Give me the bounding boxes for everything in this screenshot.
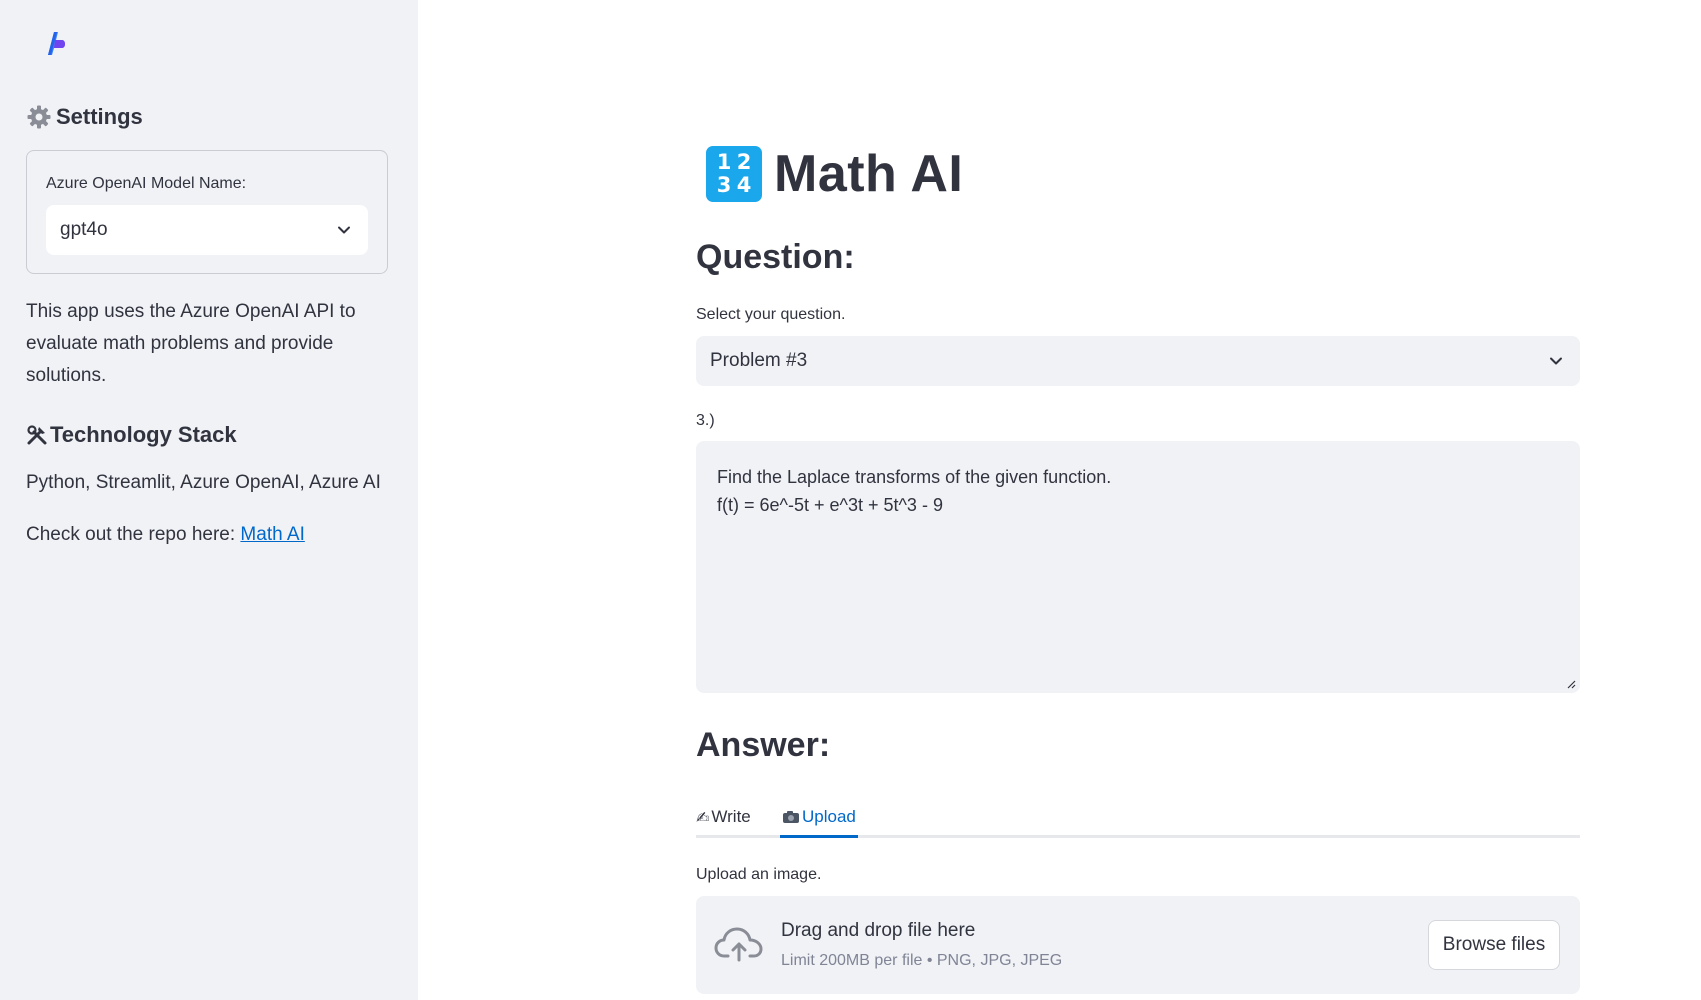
repo-prefix: Check out the repo here: bbox=[26, 524, 236, 545]
repo-text: Check out the repo here: Math AI bbox=[26, 524, 305, 546]
question-number-label: 3.) bbox=[696, 412, 715, 429]
model-select[interactable]: gpt4o bbox=[46, 205, 368, 255]
page-title: Math AI bbox=[774, 145, 964, 203]
question-select-value: Problem #3 bbox=[710, 350, 808, 371]
question-text-line: Find the Laplace transforms of the given… bbox=[717, 467, 1112, 487]
upload-label: Upload an image. bbox=[696, 866, 822, 883]
app-logo-icon bbox=[48, 32, 65, 55]
browse-files-button[interactable]: Browse files bbox=[1428, 920, 1560, 970]
model-select-value: gpt4o bbox=[60, 219, 108, 240]
gear-icon bbox=[27, 105, 51, 129]
tab-write[interactable]: ✍ Write bbox=[696, 796, 751, 838]
tab-upload[interactable]: Upload bbox=[780, 796, 858, 838]
tech-stack-heading: Technology Stack bbox=[26, 420, 237, 450]
dropzone-subtitle: Limit 200MB per file • PNG, JPG, JPEG bbox=[781, 952, 1063, 969]
active-tab-indicator bbox=[780, 835, 858, 838]
answer-tabs: ✍ Write Upload bbox=[696, 796, 1580, 838]
dropzone-title: Drag and drop file here bbox=[781, 920, 976, 941]
numbers-icon: 1 2 3 4 bbox=[706, 146, 762, 202]
about-text: This app uses the Azure OpenAI API to ev… bbox=[26, 301, 356, 386]
app-root: Settings Azure OpenAI Model Name: gpt4o … bbox=[0, 0, 1701, 1000]
question-select[interactable]: Problem #3 bbox=[696, 336, 1580, 386]
settings-box: Azure OpenAI Model Name: gpt4o bbox=[26, 150, 388, 274]
tech-stack-list: Python, Streamlit, Azure OpenAI, Azure A… bbox=[26, 472, 381, 493]
repo-link[interactable]: Math AI bbox=[240, 524, 304, 545]
question-select-label: Select your question. bbox=[696, 306, 846, 323]
question-textarea[interactable]: Find the Laplace transforms of the given… bbox=[696, 441, 1580, 693]
writing-hand-icon: ✍ bbox=[696, 807, 710, 827]
settings-title: Settings bbox=[56, 104, 143, 129]
numbers-icon-digit: 3 bbox=[716, 173, 732, 197]
chevron-down-icon bbox=[1550, 357, 1562, 365]
numbers-icon-digit: 1 bbox=[716, 150, 732, 174]
answer-heading: Answer: bbox=[696, 726, 831, 764]
numbers-icon-digit: 2 bbox=[736, 150, 752, 174]
resize-handle-icon[interactable] bbox=[1566, 679, 1576, 689]
tech-stack-title: Technology Stack bbox=[50, 422, 237, 447]
settings-heading: Settings bbox=[26, 102, 143, 132]
tab-write-label: Write bbox=[711, 807, 751, 826]
file-dropzone[interactable]: Drag and drop file here Limit 200MB per … bbox=[696, 896, 1580, 994]
tools-icon bbox=[27, 425, 47, 445]
camera-icon bbox=[783, 811, 799, 823]
page-title-row: 1 2 3 4 Math AI bbox=[706, 140, 963, 208]
numbers-icon-digit: 4 bbox=[736, 173, 752, 197]
sidebar: Settings Azure OpenAI Model Name: gpt4o … bbox=[0, 0, 418, 1000]
main-content: 1 2 3 4 Math AI Question: Select your qu… bbox=[418, 0, 1701, 1000]
tab-upload-label: Upload bbox=[802, 807, 856, 826]
cloud-upload-icon bbox=[714, 927, 763, 962]
model-select-label: Azure OpenAI Model Name: bbox=[46, 175, 247, 192]
question-heading: Question: bbox=[696, 238, 855, 276]
chevron-down-icon bbox=[338, 226, 350, 234]
question-text-line: f(t) = 6e^-5t + e^3t + 5t^3 - 9 bbox=[717, 495, 943, 515]
